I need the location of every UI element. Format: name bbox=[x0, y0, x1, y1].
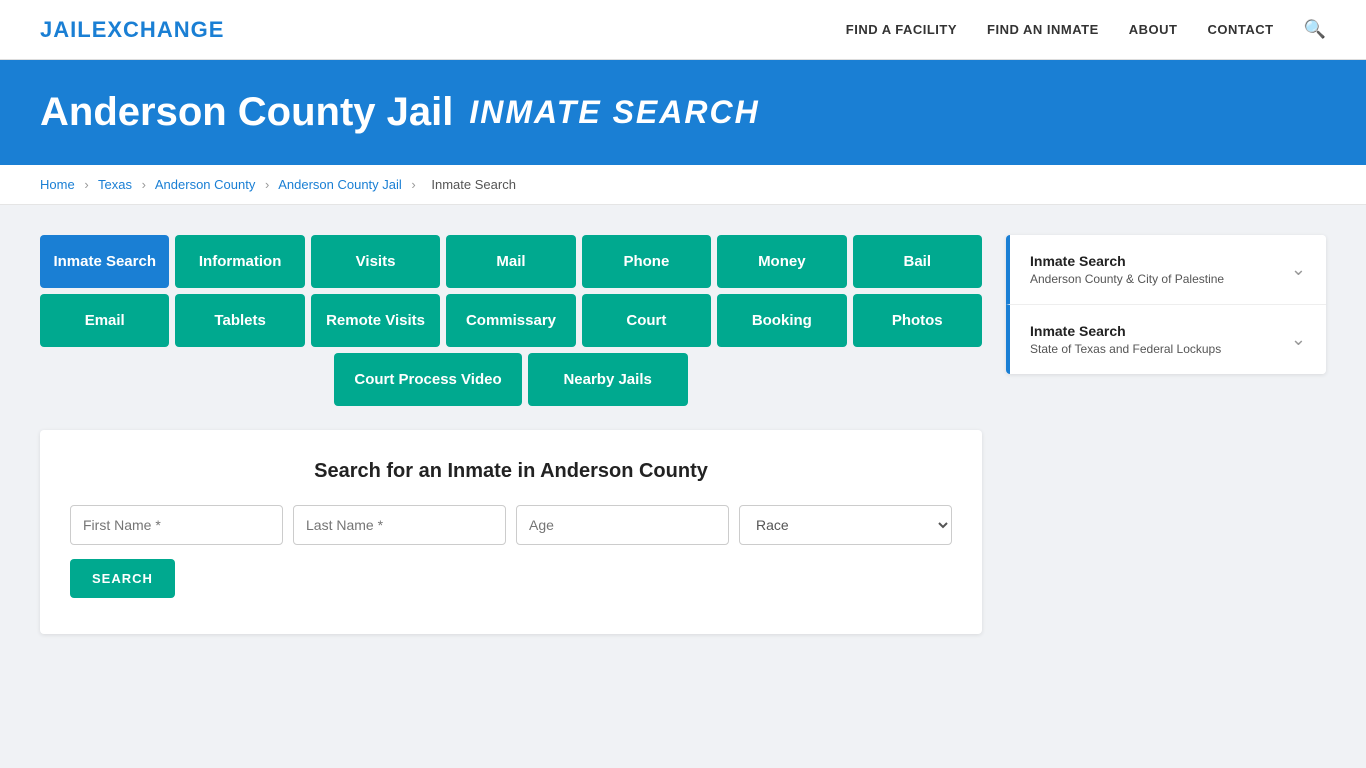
tabs-row-2: Email Tablets Remote Visits Commissary C… bbox=[40, 294, 982, 347]
chevron-down-icon: ⌄ bbox=[1291, 259, 1306, 280]
race-select[interactable]: Race White Black Hispanic Asian Other bbox=[739, 505, 952, 545]
breadcrumb-jail[interactable]: Anderson County Jail bbox=[278, 177, 402, 192]
breadcrumb-sep-3: › bbox=[265, 177, 269, 192]
nav-contact[interactable]: CONTACT bbox=[1207, 22, 1273, 37]
main-content: Inmate Search Information Visits Mail Ph… bbox=[0, 205, 1366, 664]
nav-find-inmate[interactable]: FIND AN INMATE bbox=[987, 22, 1099, 37]
breadcrumb-texas[interactable]: Texas bbox=[98, 177, 132, 192]
main-nav: FIND A FACILITY FIND AN INMATE ABOUT CON… bbox=[846, 19, 1326, 40]
tab-remote-visits[interactable]: Remote Visits bbox=[311, 294, 440, 347]
nav-find-facility[interactable]: FIND A FACILITY bbox=[846, 22, 957, 37]
last-name-input[interactable] bbox=[293, 505, 506, 545]
tabs-row-3: Court Process Video Nearby Jails bbox=[40, 353, 982, 406]
tabs-row-1: Inmate Search Information Visits Mail Ph… bbox=[40, 235, 982, 288]
tab-mail[interactable]: Mail bbox=[446, 235, 575, 288]
breadcrumb-home[interactable]: Home bbox=[40, 177, 75, 192]
tab-nearby-jails[interactable]: Nearby Jails bbox=[528, 353, 688, 406]
tab-visits[interactable]: Visits bbox=[311, 235, 440, 288]
sidebar-item-texas[interactable]: Inmate Search State of Texas and Federal… bbox=[1006, 304, 1326, 374]
sidebar-item-texas-title: Inmate Search bbox=[1030, 323, 1221, 339]
tab-booking[interactable]: Booking bbox=[717, 294, 846, 347]
right-panel: Inmate Search Anderson County & City of … bbox=[1006, 235, 1326, 634]
sidebar-item-anderson-sub: Anderson County & City of Palestine bbox=[1030, 272, 1224, 286]
tab-phone[interactable]: Phone bbox=[582, 235, 711, 288]
logo[interactable]: JAILEXCHANGE bbox=[40, 17, 224, 43]
hero-subtitle: INMATE SEARCH bbox=[469, 94, 759, 131]
nav-about[interactable]: ABOUT bbox=[1129, 22, 1178, 37]
breadcrumb: Home › Texas › Anderson County › Anderso… bbox=[0, 165, 1366, 205]
sidebar-item-texas-text: Inmate Search State of Texas and Federal… bbox=[1030, 323, 1221, 356]
header: JAILEXCHANGE FIND A FACILITY FIND AN INM… bbox=[0, 0, 1366, 60]
sidebar-item-anderson-title: Inmate Search bbox=[1030, 253, 1224, 269]
tab-bail[interactable]: Bail bbox=[853, 235, 982, 288]
form-row-names: Race White Black Hispanic Asian Other bbox=[70, 505, 952, 545]
left-panel: Inmate Search Information Visits Mail Ph… bbox=[40, 235, 982, 634]
tab-court-process-video[interactable]: Court Process Video bbox=[334, 353, 521, 406]
breadcrumb-sep-1: › bbox=[84, 177, 88, 192]
search-button[interactable]: SEARCH bbox=[70, 559, 175, 598]
breadcrumb-anderson-county[interactable]: Anderson County bbox=[155, 177, 255, 192]
breadcrumb-sep-2: › bbox=[142, 177, 146, 192]
tabs-grid: Inmate Search Information Visits Mail Ph… bbox=[40, 235, 982, 406]
hero-banner: Anderson County Jail INMATE SEARCH bbox=[0, 60, 1366, 165]
sidebar-item-anderson-text: Inmate Search Anderson County & City of … bbox=[1030, 253, 1224, 286]
sidebar-item-anderson[interactable]: Inmate Search Anderson County & City of … bbox=[1006, 235, 1326, 304]
search-form-box: Search for an Inmate in Anderson County … bbox=[40, 430, 982, 634]
tab-commissary[interactable]: Commissary bbox=[446, 294, 575, 347]
tab-information[interactable]: Information bbox=[175, 235, 304, 288]
hero-title: Anderson County Jail bbox=[40, 90, 453, 135]
first-name-input[interactable] bbox=[70, 505, 283, 545]
tab-email[interactable]: Email bbox=[40, 294, 169, 347]
tab-money[interactable]: Money bbox=[717, 235, 846, 288]
breadcrumb-current: Inmate Search bbox=[431, 177, 516, 192]
sidebar-item-texas-sub: State of Texas and Federal Lockups bbox=[1030, 342, 1221, 356]
chevron-down-icon-2: ⌄ bbox=[1291, 329, 1306, 350]
age-input[interactable] bbox=[516, 505, 729, 545]
search-form-title: Search for an Inmate in Anderson County bbox=[70, 460, 952, 483]
tab-photos[interactable]: Photos bbox=[853, 294, 982, 347]
tab-tablets[interactable]: Tablets bbox=[175, 294, 304, 347]
tab-court[interactable]: Court bbox=[582, 294, 711, 347]
search-icon[interactable]: 🔍 bbox=[1304, 19, 1326, 40]
tab-inmate-search[interactable]: Inmate Search bbox=[40, 235, 169, 288]
sidebar-card: Inmate Search Anderson County & City of … bbox=[1006, 235, 1326, 374]
breadcrumb-sep-4: › bbox=[411, 177, 415, 192]
logo-text: JAILEXCHANGE bbox=[40, 17, 224, 42]
